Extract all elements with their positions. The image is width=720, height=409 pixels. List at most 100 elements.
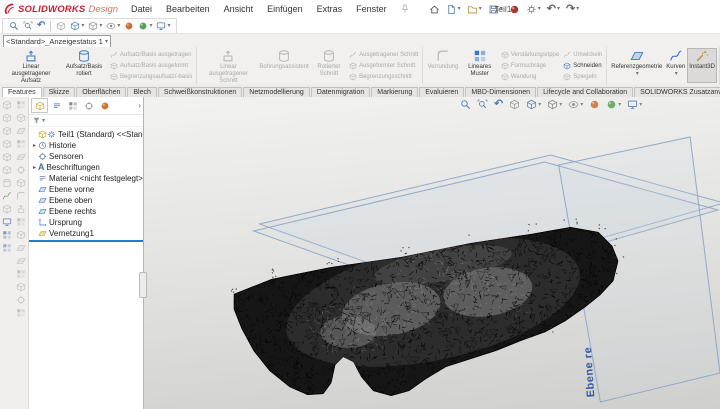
menu-datei[interactable]: Datei bbox=[124, 4, 159, 14]
panel-splitter-handle[interactable] bbox=[139, 272, 147, 298]
apply-scene-button[interactable]: ▾ bbox=[136, 21, 154, 31]
tree-item-ebene[interactable]: Ebene vorne bbox=[29, 184, 143, 195]
tab-oberflächen[interactable]: Oberflächen bbox=[76, 87, 127, 97]
tab-netzmodellierung[interactable]: Netzmodellierung bbox=[243, 87, 310, 97]
tab-datenmigration[interactable]: Datenmigration bbox=[310, 87, 371, 97]
docked-tool-icon[interactable] bbox=[16, 308, 26, 318]
tree-item-vernetzung1[interactable]: Vernetzung1 bbox=[29, 228, 143, 239]
view-settings-button[interactable]: ▾ bbox=[624, 99, 645, 110]
expand-arrow-icon[interactable]: ▸ bbox=[31, 164, 38, 171]
docked-tool-icon[interactable] bbox=[2, 139, 12, 149]
extruded-boss-button[interactable]: Linear ausgetragener Aufsatz bbox=[2, 48, 60, 84]
docked-tool-icon[interactable] bbox=[2, 113, 12, 123]
options-button[interactable]: ▾ bbox=[523, 3, 544, 16]
configurationmanager-tab[interactable] bbox=[65, 99, 80, 112]
tab-markierung[interactable]: Markierung bbox=[371, 87, 419, 97]
featuremanager-tab[interactable] bbox=[31, 98, 48, 113]
swept-cut-button[interactable]: Ausgetragener Schnitt bbox=[349, 51, 418, 59]
mirror-button[interactable]: Spiegeln bbox=[563, 73, 602, 81]
sketch-tool-icon[interactable] bbox=[2, 191, 12, 201]
zoom-fit-button[interactable] bbox=[7, 21, 21, 31]
docked-tool-icon[interactable] bbox=[16, 178, 26, 188]
docked-tool-icon[interactable] bbox=[16, 256, 26, 266]
tab-skizze[interactable]: Skizze bbox=[42, 87, 76, 97]
tree-item-ursprung[interactable]: Ursprung bbox=[29, 217, 143, 228]
menu-ansicht[interactable]: Ansicht bbox=[217, 4, 261, 14]
boundary-boss-button[interactable]: Begrenzungsaufsatz/-basis bbox=[110, 73, 192, 81]
docked-tool-icon[interactable] bbox=[2, 178, 12, 188]
view-orientation-button[interactable]: ▾ bbox=[523, 99, 544, 110]
docked-tool-icon[interactable] bbox=[2, 152, 12, 162]
screen-capture-icon[interactable] bbox=[2, 217, 12, 227]
new-document-button[interactable]: ▾ bbox=[443, 3, 464, 16]
docked-tool-icon[interactable] bbox=[16, 165, 26, 175]
intersect-button[interactable]: Schneiden bbox=[563, 62, 602, 70]
apply-scene-button[interactable]: ▾ bbox=[603, 99, 624, 110]
tree-item-sensoren[interactable]: Sensoren bbox=[29, 151, 143, 162]
docked-tool-icon[interactable] bbox=[2, 204, 12, 214]
dimxpertmanager-tab[interactable] bbox=[81, 99, 96, 112]
pin-menu-icon[interactable] bbox=[400, 4, 410, 14]
display-style-button[interactable]: ▾ bbox=[86, 21, 104, 31]
extruded-cut-button[interactable]: Linear ausgetragener Schnitt bbox=[199, 48, 257, 84]
propertymanager-tab[interactable] bbox=[49, 99, 64, 112]
tab-mbd-dimensionen[interactable]: MBD-Dimensionen bbox=[465, 87, 537, 97]
hide-show-button[interactable]: ▾ bbox=[104, 21, 122, 31]
lofted-boss-button[interactable]: Aufsatz/Basis ausgeformt bbox=[110, 62, 192, 70]
docked-tool-icon[interactable] bbox=[2, 243, 12, 253]
section-view-button[interactable] bbox=[506, 99, 523, 110]
tab-solidworks-zusatzanwendungen[interactable]: SOLIDWORKS Zusatzanwendungen bbox=[634, 87, 720, 97]
docked-tool-icon[interactable] bbox=[16, 100, 26, 110]
tree-item-material[interactable]: Material <nicht festgelegt> bbox=[29, 173, 143, 184]
tree-item-historie[interactable]: ▸ Historie bbox=[29, 140, 143, 151]
section-view-button[interactable] bbox=[54, 21, 68, 31]
expand-tabs-icon[interactable]: › bbox=[138, 101, 141, 110]
instant3d-button[interactable]: Instant3D bbox=[687, 48, 717, 83]
draft-button[interactable]: Formschräge bbox=[501, 62, 559, 70]
docked-tool-icon[interactable] bbox=[16, 152, 26, 162]
rib-button[interactable]: Verstärkungsrippe bbox=[501, 51, 559, 59]
displaymanager-tab[interactable] bbox=[97, 99, 112, 112]
fillet-button[interactable]: Verrundung bbox=[425, 48, 460, 83]
open-document-button[interactable]: ▾ bbox=[464, 3, 485, 16]
swept-boss-button[interactable]: Aufsatz/Basis ausgetragen bbox=[110, 51, 192, 59]
edit-appearance-button[interactable] bbox=[586, 99, 603, 110]
docked-tool-icon[interactable] bbox=[16, 217, 26, 227]
view-settings-button[interactable]: ▾ bbox=[154, 21, 172, 31]
revolved-boss-button[interactable]: Aufsatz/Basis rotiert bbox=[60, 48, 108, 83]
redo-button[interactable]: ↷ ▾ bbox=[563, 3, 582, 16]
graphics-viewport[interactable]: Ebene re ↶ ▾ ▾ ▾ ▾ ▾ bbox=[144, 97, 720, 409]
docked-tool-icon[interactable] bbox=[16, 282, 26, 292]
zoom-area-button[interactable] bbox=[21, 21, 35, 31]
curves-button[interactable]: Kurven ▾ bbox=[664, 48, 687, 83]
lofted-cut-button[interactable]: Ausgeformter Schnitt bbox=[349, 62, 418, 70]
tab-lifecycle-and-collaboration[interactable]: Lifecycle and Collaboration bbox=[537, 87, 634, 97]
docked-tool-icon[interactable] bbox=[2, 230, 12, 240]
wrap-button[interactable]: Umwickeln bbox=[563, 51, 602, 59]
reference-geometry-button[interactable]: Referenzgeometrie ▾ bbox=[609, 48, 664, 83]
boundary-cut-button[interactable]: Begrenzungsschnitt bbox=[349, 73, 418, 81]
menu-fenster[interactable]: Fenster bbox=[349, 4, 394, 14]
shell-button[interactable]: Wandung bbox=[501, 73, 559, 81]
docked-tool-icon[interactable] bbox=[16, 191, 26, 201]
rollback-bar[interactable] bbox=[29, 240, 143, 242]
zoom-area-button[interactable] bbox=[474, 99, 491, 110]
tab-blech[interactable]: Blech bbox=[127, 87, 157, 97]
edit-appearance-button[interactable] bbox=[122, 21, 136, 31]
view-orientation-button[interactable]: ▾ bbox=[68, 21, 86, 31]
menu-bearbeiten[interactable]: Bearbeiten bbox=[159, 4, 217, 14]
menu-extras[interactable]: Extras bbox=[310, 4, 350, 14]
docked-tool-icon[interactable] bbox=[2, 165, 12, 175]
tree-item-beschriftungen[interactable]: ▸ A Beschriftungen bbox=[29, 162, 143, 173]
tree-filter[interactable]: ▾ bbox=[29, 115, 143, 127]
display-style-button[interactable]: ▾ bbox=[544, 99, 565, 110]
tab-schweißkonstruktionen[interactable]: Schweißkonstruktionen bbox=[157, 87, 243, 97]
previous-view-button[interactable]: ↶ bbox=[491, 99, 506, 110]
docked-tool-icon[interactable] bbox=[16, 113, 26, 123]
linear-pattern-button[interactable]: Lineares Muster bbox=[461, 48, 499, 83]
tree-item-ebene[interactable]: Ebene rechts bbox=[29, 206, 143, 217]
tree-item-teil1[interactable]: Teil1 (Standard) <<Standard>_An bbox=[29, 129, 143, 140]
docked-tool-icon[interactable] bbox=[16, 126, 26, 136]
tree-item-ebene[interactable]: Ebene oben bbox=[29, 195, 143, 206]
home-button[interactable] bbox=[426, 3, 443, 16]
